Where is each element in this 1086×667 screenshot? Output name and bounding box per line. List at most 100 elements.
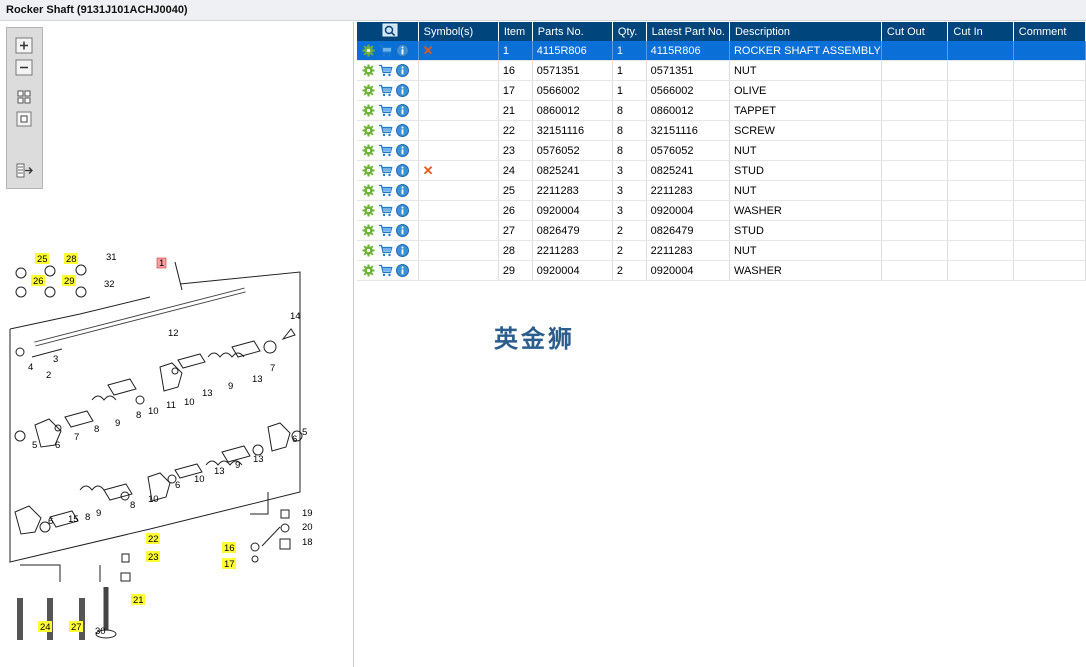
part-number-cell[interactable]: 0920004 [532,260,613,281]
table-row[interactable]: 16 0571351 1 0571351 NUT [357,60,1086,81]
callout-23[interactable]: 23 [146,551,160,563]
callout-9[interactable]: 9 [228,381,233,392]
table-row[interactable]: 29 0920004 2 0920004 WASHER [357,260,1086,281]
callout-9c[interactable]: 9 [235,460,240,471]
callout-6c[interactable]: 6 [175,480,180,491]
callout-10c[interactable]: 10 [194,474,205,485]
callout-18[interactable]: 18 [302,537,313,548]
gear-icon[interactable] [362,204,378,217]
callout-8c[interactable]: 8 [130,500,135,511]
callout-14[interactable]: 14 [290,311,301,322]
gear-icon[interactable] [362,104,378,117]
callout-4[interactable]: 4 [28,362,33,373]
callout-15[interactable]: 15 [68,514,79,525]
latest-part-cell[interactable]: 2211283 [646,180,730,201]
cart-icon[interactable] [378,104,396,117]
callout-12[interactable]: 12 [168,328,179,339]
diagram-pane[interactable]: 31 32 12 14 4 3 2 7 9 13 13 10 11 10 8 9… [0,22,354,667]
info-icon[interactable] [396,244,412,257]
gear-icon[interactable] [362,184,378,197]
part-number-cell[interactable]: 0576052 [532,140,613,161]
callout-20[interactable]: 20 [302,522,313,533]
table-row[interactable]: 17 0566002 1 0566002 OLIVE [357,80,1086,101]
column-header-item[interactable]: Item [498,22,533,41]
callout-8[interactable]: 8 [136,410,141,421]
cart-icon[interactable] [378,144,396,157]
cart-icon[interactable] [378,64,396,77]
gear-icon[interactable] [362,44,378,57]
part-number-cell[interactable]: 0826479 [532,220,613,241]
callout-19[interactable]: 19 [302,508,313,519]
latest-part-cell[interactable]: 4115R806 [646,41,730,61]
column-header-parts-no[interactable]: Parts No. [532,22,613,41]
gear-icon[interactable] [362,144,378,157]
callout-21[interactable]: 21 [131,594,145,606]
part-number-cell[interactable]: 0920004 [532,200,613,221]
part-number-cell[interactable]: 2211283 [532,240,613,261]
latest-part-cell[interactable]: 0826479 [646,220,730,241]
gear-icon[interactable] [362,224,378,237]
zoom-out-icon[interactable] [14,58,35,77]
column-header-symbol-s[interactable]: Symbol(s) [418,22,499,41]
cart-icon[interactable] [378,84,396,97]
callout-28[interactable]: 28 [64,253,78,265]
callout-11[interactable]: 11 [166,400,176,411]
gear-icon[interactable] [362,164,378,177]
table-row[interactable]: 25 2211283 3 2211283 NUT [357,180,1086,201]
callout-8d[interactable]: 8 [85,512,90,523]
callout-5b[interactable]: 5 [302,427,307,438]
info-icon[interactable] [396,64,412,77]
cart-icon[interactable] [378,244,396,257]
cart-icon[interactable] [378,264,396,277]
latest-part-cell[interactable]: 0825241 [646,160,730,181]
info-icon[interactable] [396,84,412,97]
callout-2[interactable]: 2 [46,370,51,381]
part-number-cell[interactable]: 32151116 [532,120,613,141]
callout-10b[interactable]: 10 [148,406,159,417]
callout-13d[interactable]: 13 [214,466,225,477]
cart-icon[interactable] [378,124,396,137]
table-row[interactable]: 27 0826479 2 0826479 STUD [357,220,1086,241]
part-number-cell[interactable]: 0860012 [532,100,613,121]
callout-6d[interactable]: 6 [48,516,53,527]
callout-29[interactable]: 29 [62,275,76,287]
cart-icon[interactable] [378,204,396,217]
table-row[interactable]: ✕ 1 4115R806 1 4115R806 ROCKER SHAFT ASSEMBLY [357,41,1086,61]
table-row[interactable]: 21 0860012 8 0860012 TAPPET [357,100,1086,121]
gear-icon[interactable] [362,64,378,77]
latest-part-cell[interactable]: 0860012 [646,100,730,121]
part-number-cell[interactable]: 0566002 [532,80,613,101]
callout-17[interactable]: 17 [222,558,236,570]
latest-part-cell[interactable]: 0576052 [646,140,730,161]
info-icon[interactable] [396,184,412,197]
callout-24[interactable]: 24 [38,621,52,633]
column-header-qty[interactable]: Qty. [612,22,647,41]
part-number-cell[interactable]: 2211283 [532,180,613,201]
column-header-latest-part-no[interactable]: Latest Part No. [646,22,730,41]
info-icon[interactable] [396,224,412,237]
export-icon[interactable] [14,161,35,180]
info-icon[interactable] [396,104,412,117]
column-header-description[interactable]: Description [729,22,882,41]
part-number-cell[interactable]: 0825241 [532,160,613,181]
table-row[interactable]: 26 0920004 3 0920004 WASHER [357,200,1086,221]
latest-part-cell[interactable]: 2211283 [646,240,730,261]
search-icon[interactable] [382,23,398,40]
latest-part-cell[interactable]: 32151116 [646,120,730,141]
table-row[interactable]: ✕ 24 0825241 3 0825241 STUD [357,160,1086,181]
column-header-comment[interactable]: Comment [1013,22,1086,41]
callout-8b[interactable]: 8 [94,424,99,435]
gear-icon[interactable] [362,264,378,277]
cart-icon[interactable] [378,164,396,177]
info-icon[interactable] [396,124,412,137]
table-row[interactable]: 22 32151116 8 32151116 SCREW [357,120,1086,141]
callout-25[interactable]: 25 [35,253,49,265]
info-icon[interactable] [396,44,412,57]
column-header-search[interactable] [357,22,419,41]
callout-10d[interactable]: 10 [148,494,159,505]
gear-icon[interactable] [362,124,378,137]
callout-10[interactable]: 10 [184,397,195,408]
gear-icon[interactable] [362,84,378,97]
table-row[interactable]: 28 2211283 2 2211283 NUT [357,240,1086,261]
cart-icon[interactable] [378,184,396,197]
